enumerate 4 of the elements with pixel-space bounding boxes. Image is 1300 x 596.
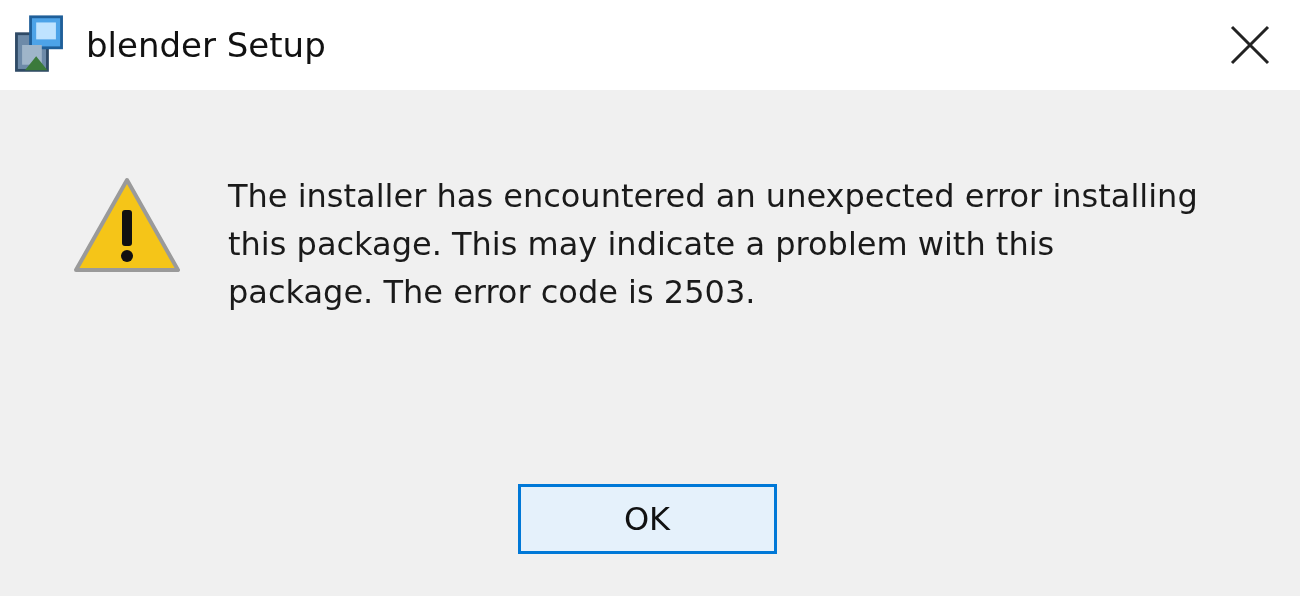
close-icon[interactable] [1230,25,1270,65]
error-message: The installer has encountered an unexpected error installing this package. This may indicate a problem with this package. The error code is 2503. [228,176,1199,313]
window-title: blender Setup [86,25,327,65]
ok-button[interactable]: OK [517,484,777,554]
